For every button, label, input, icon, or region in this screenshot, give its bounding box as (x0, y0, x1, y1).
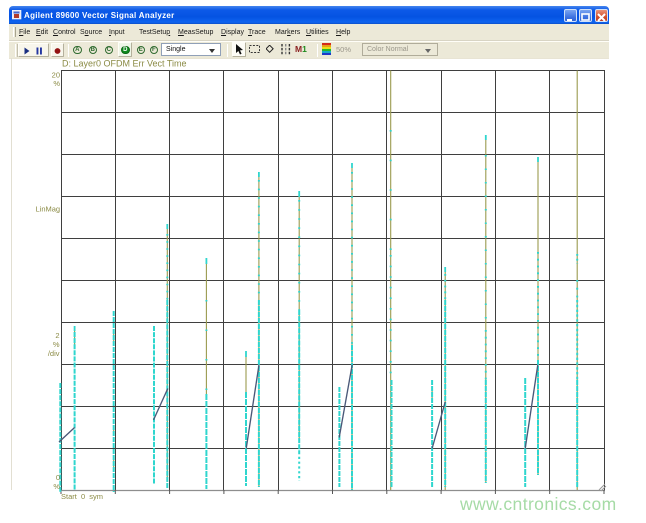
svg-text:%: % (53, 482, 60, 491)
svg-text:%: % (53, 340, 60, 349)
svg-text:%: % (53, 79, 60, 88)
svg-text:D: Layer0 OFDM Err Vect Time: D: Layer0 OFDM Err Vect Time (62, 59, 187, 69)
svg-text:0: 0 (81, 492, 85, 501)
svg-text:Start: Start (61, 492, 78, 501)
svg-text:www.cntronics.com: www.cntronics.com (459, 494, 617, 514)
svg-text:LinMag: LinMag (36, 205, 61, 214)
svg-text:2: 2 (55, 331, 59, 340)
svg-text:/div: /div (48, 349, 60, 358)
svg-text:0: 0 (56, 473, 60, 482)
svg-text:sym: sym (89, 492, 103, 501)
